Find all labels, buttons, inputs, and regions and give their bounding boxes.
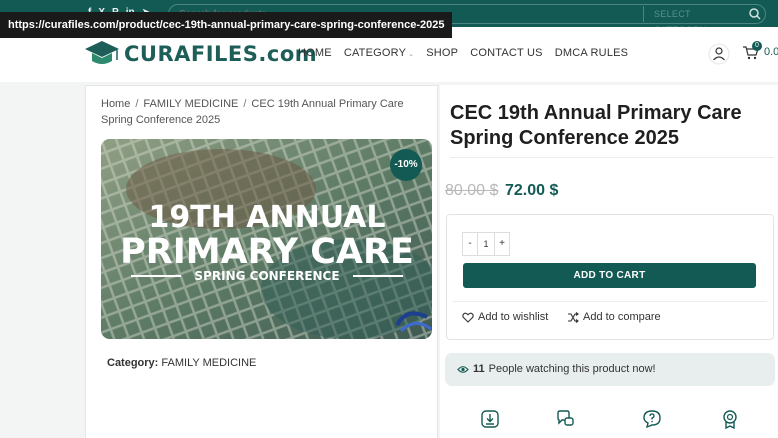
question-bubble-icon	[642, 409, 662, 429]
breadcrumb-category[interactable]: FAMILY MEDICINE	[143, 98, 238, 110]
nav-contact[interactable]: CONTACT US	[470, 47, 543, 59]
breadcrumb-separator: /	[135, 98, 139, 110]
shuffle-icon	[568, 311, 579, 323]
chat-bubbles-icon	[555, 409, 575, 429]
product-category: Category: FAMILY MEDICINE	[107, 357, 256, 369]
price-new: 72.00 $	[505, 182, 559, 199]
breadcrumb-separator: /	[243, 98, 247, 110]
compare-link[interactable]: Add to compare	[567, 311, 661, 323]
breadcrumb-home[interactable]: Home	[101, 98, 130, 110]
add-to-cart-button[interactable]: ADD TO CART	[463, 263, 756, 288]
nav-category-label: CATEGORY	[343, 47, 407, 59]
quantity-stepper: - 1 +	[462, 232, 510, 256]
compare-label: Add to compare	[583, 311, 661, 323]
download-icon	[480, 409, 500, 429]
product-image[interactable]: 19TH ANNUAL PRIMARY CARE SPRING CONFEREN…	[101, 139, 432, 339]
category-label: Category:	[107, 357, 159, 369]
chevron-down-icon: ⌄	[408, 51, 415, 58]
badge-icon	[720, 409, 740, 430]
divider	[450, 157, 774, 158]
price-old: 80.00 $	[445, 182, 499, 199]
cart-total[interactable]: 0.0	[764, 46, 778, 58]
image-line-1: 19TH ANNUAL	[149, 200, 386, 235]
breadcrumb: Home / FAMILY MEDICINE / CEC 19th Annual Pri…	[101, 96, 421, 128]
watching-notice: 11 People watching this product now!	[445, 353, 775, 386]
eye-icon	[457, 366, 469, 373]
qty-input[interactable]: 1	[478, 232, 494, 256]
heart-icon	[462, 312, 474, 323]
logo-text: CURAFILES.com	[124, 42, 318, 66]
image-line-3: SPRING CONFERENCE	[194, 269, 339, 283]
divider	[453, 301, 767, 302]
nav-shop[interactable]: SHOP	[426, 47, 458, 59]
graduation-cap-icon	[85, 41, 119, 64]
user-icon[interactable]	[708, 43, 730, 65]
search-icon[interactable]	[747, 6, 763, 22]
category-select[interactable]: SELECT CATEGORY	[643, 6, 743, 35]
sale-badge: -10%	[390, 149, 422, 181]
cart-count-badge: 0	[752, 41, 762, 51]
main-nav: HOME CATEGORY ⌄ SHOP CONTACT US DMCA RULE…	[298, 47, 628, 59]
product-title: CEC 19th Annual Primary Care Spring Conf…	[450, 102, 742, 149]
link-url-tooltip: https://curafiles.com/product/cec-19th-a…	[0, 12, 453, 38]
nav-home[interactable]: HOME	[298, 47, 332, 59]
qty-plus-button[interactable]: +	[494, 232, 510, 256]
wishlist-link[interactable]: Add to wishlist	[462, 311, 548, 323]
qty-minus-button[interactable]: -	[462, 232, 478, 256]
nav-dmca[interactable]: DMCA RULES	[555, 47, 629, 59]
watching-text: People watching this product now!	[488, 363, 656, 375]
nav-category[interactable]: CATEGORY ⌄	[344, 47, 414, 59]
image-line-2: PRIMARY CARE	[120, 232, 414, 272]
site-logo[interactable]: CURAFILES.com	[84, 39, 317, 69]
category-link[interactable]: FAMILY MEDICINE	[161, 357, 256, 369]
wishlist-label: Add to wishlist	[478, 311, 549, 323]
watching-count: 11	[473, 363, 485, 375]
